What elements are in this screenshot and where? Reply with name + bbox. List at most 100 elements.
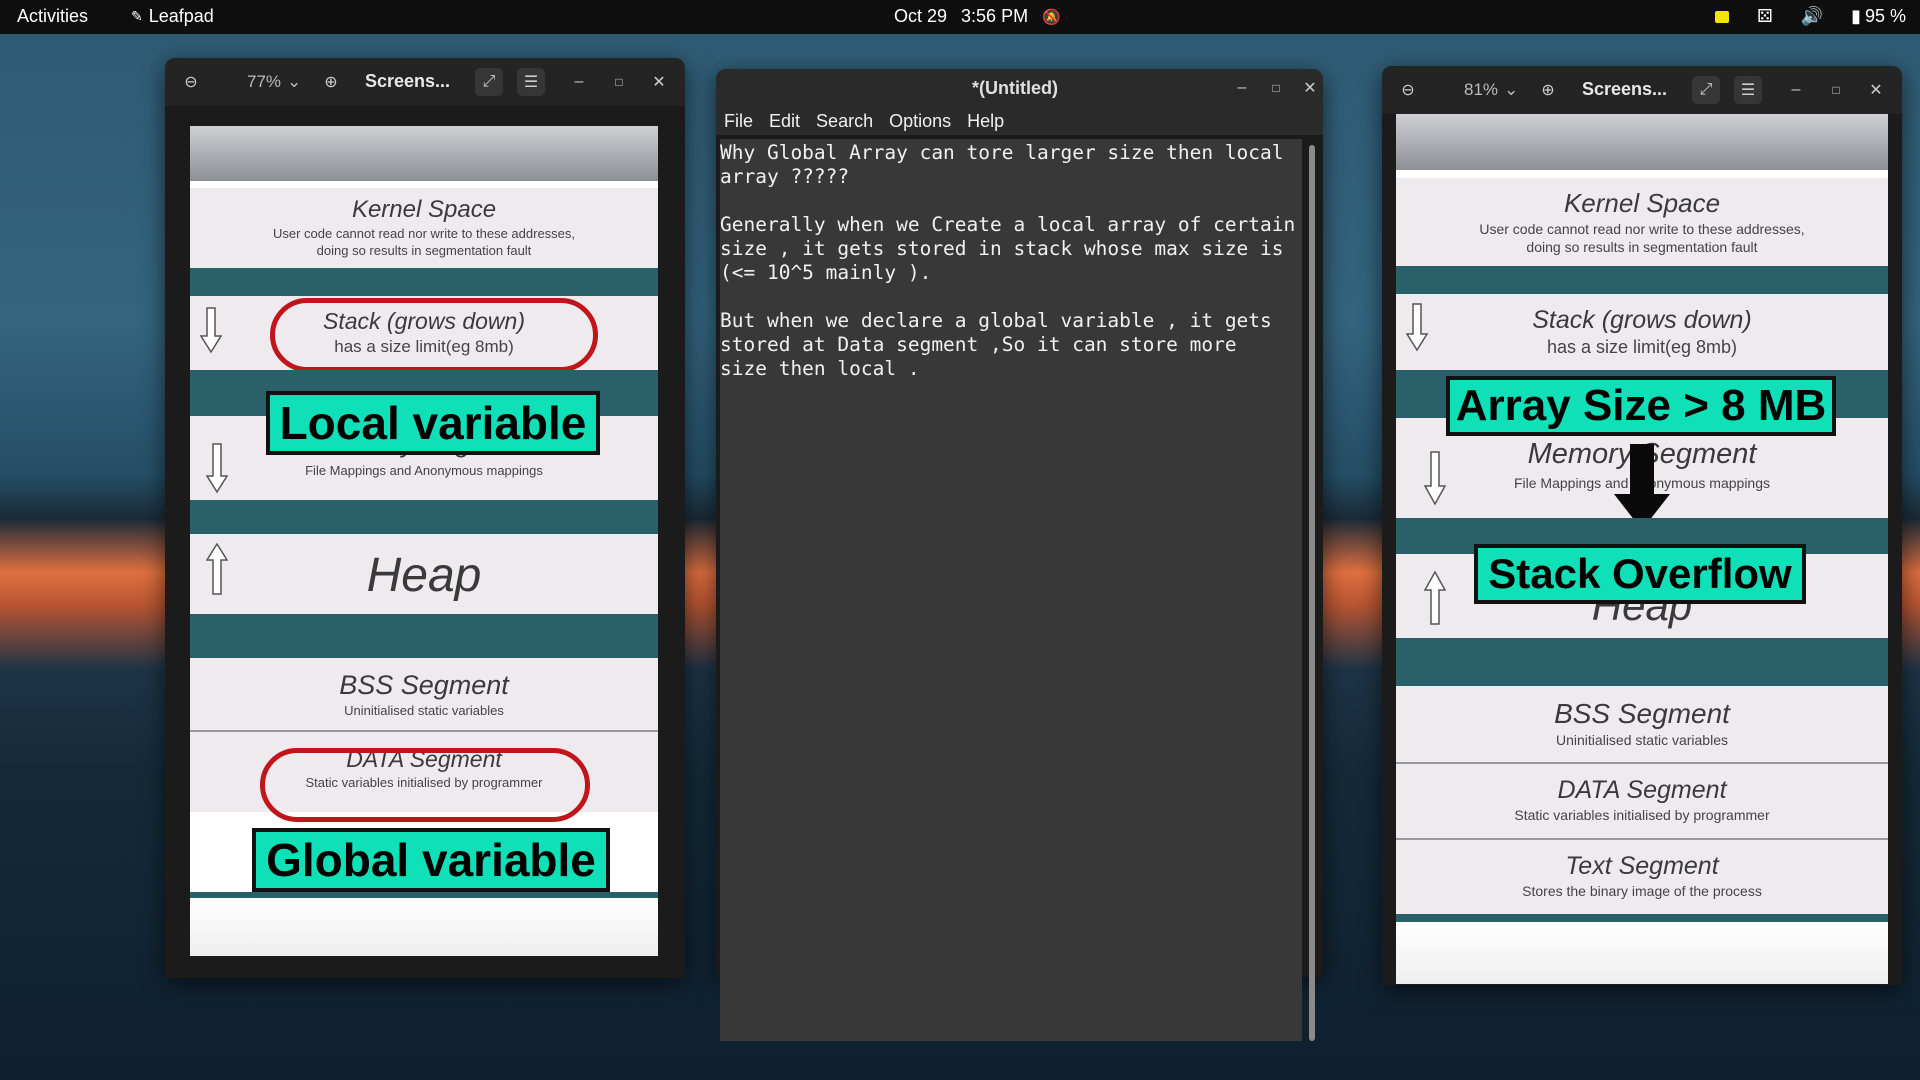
battery-percent: 95 % (1864, 6, 1906, 26)
notifications-off-icon: 🔕 (1042, 8, 1061, 26)
arrow-down-icon (1406, 303, 1428, 352)
kernel-title: Kernel Space (351, 196, 497, 223)
right-image-viewer-window: ⊖ 81% ⌄ ⊕ Screens... ⤢ ☰ – □ ✕ Kernel Sp… (1382, 66, 1902, 985)
chevron-down-icon: ⌄ (1504, 80, 1519, 99)
menu-bar: File Edit Search Options Help (716, 107, 1323, 135)
maximize-icon[interactable]: □ (605, 68, 633, 96)
header-band (1396, 114, 1888, 170)
close-icon[interactable]: ✕ (1862, 76, 1890, 104)
zoom-select[interactable]: 81% ⌄ (1464, 76, 1518, 104)
zoom-in-icon[interactable]: ⊕ (1534, 76, 1562, 104)
leafpad-window: *(Untitled) – □ ✕ File Edit Search Optio… (716, 69, 1323, 1041)
stack-desc: has a size limit(eg 8mb) (1546, 337, 1738, 357)
teal-divider (1396, 914, 1888, 922)
app-menu[interactable]: ✎ Leafpad (131, 6, 214, 27)
zoom-value: 81% (1464, 80, 1499, 99)
menu-icon[interactable]: ☰ (1734, 76, 1762, 104)
teal-divider (1396, 638, 1888, 686)
close-icon[interactable]: ✕ (645, 68, 673, 96)
left-diagram: Kernel Space User code cannot read nor w… (190, 126, 658, 956)
zoom-out-icon[interactable]: ⊖ (177, 68, 205, 96)
arrow-up-icon (206, 542, 228, 595)
data-title: DATA Segment (1557, 776, 1727, 804)
system-tray[interactable]: ⚄ 🔊 ▮ 95 % (1714, 6, 1906, 27)
menu-file[interactable]: File (724, 111, 753, 132)
header-band (190, 126, 658, 181)
minimize-icon[interactable]: – (1782, 76, 1810, 104)
bss-desc: Uninitialised static variables (344, 703, 504, 718)
heap-title: Heap (366, 549, 482, 602)
zoom-out-icon[interactable]: ⊖ (1394, 76, 1422, 104)
zoom-select[interactable]: 77% ⌄ (247, 68, 301, 96)
accessibility-icon[interactable]: ⚄ (1757, 6, 1773, 27)
kernel-desc-1: User code cannot read nor write to these… (1479, 221, 1805, 237)
battery-icon: ▮ (1851, 6, 1861, 26)
arrow-up-icon (1424, 570, 1446, 625)
app-name: Leafpad (148, 6, 214, 26)
menu-options[interactable]: Options (889, 111, 951, 132)
zoom-value: 77% (247, 72, 282, 91)
right-diagram: Kernel Space User code cannot read nor w… (1396, 114, 1888, 984)
volume-icon[interactable]: 🔊 (1801, 6, 1823, 27)
bottom-band (1396, 922, 1888, 984)
global-variable-label: Global variable (252, 828, 610, 892)
kernel-space-segment: Kernel Space User code cannot read nor w… (190, 188, 658, 268)
kernel-desc-2: doing so results in segmentation fault (1526, 239, 1758, 255)
teal-divider (190, 500, 658, 534)
text-editor-area[interactable]: Why Global Array can tore larger size th… (720, 139, 1302, 1041)
time-label: 3:56 PM (961, 6, 1029, 26)
stack-title: Stack (grows down) (1532, 306, 1752, 334)
teal-divider (1396, 266, 1888, 294)
data-highlight-oval (260, 748, 590, 822)
teal-divider (190, 268, 658, 296)
left-image-viewer-window: ⊖ 77% ⌄ ⊕ Screens... ⤢ ☰ – □ ✕ Kernel Sp… (165, 58, 685, 978)
bss-title: BSS Segment (1554, 698, 1730, 729)
arrow-down-icon (200, 307, 222, 354)
maximize-icon[interactable]: □ (1262, 74, 1290, 102)
vertical-scrollbar[interactable] (1309, 145, 1315, 1041)
arrow-down-icon (206, 443, 228, 494)
menu-help[interactable]: Help (967, 111, 1004, 132)
leafpad-app-icon: ✎ (131, 8, 143, 24)
window-title: Screens... (365, 71, 451, 91)
minimize-icon[interactable]: – (1228, 74, 1256, 102)
menu-search[interactable]: Search (816, 111, 873, 132)
memory-desc: File Mappings and Anonymous mappings (305, 463, 543, 478)
activities-button[interactable]: Activities (17, 6, 88, 27)
zoom-in-icon[interactable]: ⊕ (317, 68, 345, 96)
bss-title: BSS Segment (339, 670, 509, 700)
clock[interactable]: Oct 29 3:56 PM 🔕 (894, 6, 1061, 27)
minimize-icon[interactable]: – (565, 68, 593, 96)
window-title: Screens... (1582, 79, 1668, 99)
array-size-label: Array Size > 8 MB (1446, 376, 1836, 436)
kernel-desc-2: doing so results in segmentation fault (316, 243, 532, 258)
data-desc: Static variables initialised by programm… (1514, 807, 1770, 823)
right-viewer-header: ⊖ 81% ⌄ ⊕ Screens... ⤢ ☰ – □ ✕ (1382, 66, 1902, 114)
kernel-desc-1: User code cannot read nor write to these… (272, 226, 576, 241)
maximize-icon[interactable]: □ (1822, 76, 1850, 104)
bss-segment: BSS Segment Uninitialised static variabl… (1396, 686, 1888, 764)
menu-icon[interactable]: ☰ (517, 68, 545, 96)
menu-edit[interactable]: Edit (769, 111, 800, 132)
fullscreen-icon[interactable]: ⤢ (1692, 76, 1720, 104)
text-title: Text Segment (1565, 852, 1719, 880)
left-viewer-header: ⊖ 77% ⌄ ⊕ Screens... ⤢ ☰ – □ ✕ (165, 58, 685, 106)
teal-divider (190, 614, 658, 658)
kernel-title: Kernel Space (1563, 188, 1721, 218)
fullscreen-icon[interactable]: ⤢ (475, 68, 503, 96)
text-segment: Text Segment Stores the binary image of … (1396, 840, 1888, 914)
heap-segment: Heap (190, 534, 658, 614)
text-desc: Stores the binary image of the process (1522, 883, 1762, 899)
top-bar: Activities ✎ Leafpad Oct 29 3:56 PM 🔕 ⚄ … (0, 0, 1920, 34)
date-label: Oct 29 (894, 6, 948, 26)
local-variable-label: Local variable (266, 391, 600, 455)
kernel-space-segment: Kernel Space User code cannot read nor w… (1396, 178, 1888, 266)
indicator-icon[interactable] (1714, 10, 1729, 23)
leafpad-header: *(Untitled) – □ ✕ (716, 69, 1323, 107)
window-title: *(Untitled) (972, 78, 1058, 98)
stack-segment: Stack (grows down) has a size limit(eg 8… (1396, 294, 1888, 370)
close-icon[interactable]: ✕ (1296, 74, 1324, 102)
bss-desc: Uninitialised static variables (1556, 732, 1728, 748)
stack-highlight-oval (270, 298, 598, 372)
bottom-band (190, 898, 658, 956)
